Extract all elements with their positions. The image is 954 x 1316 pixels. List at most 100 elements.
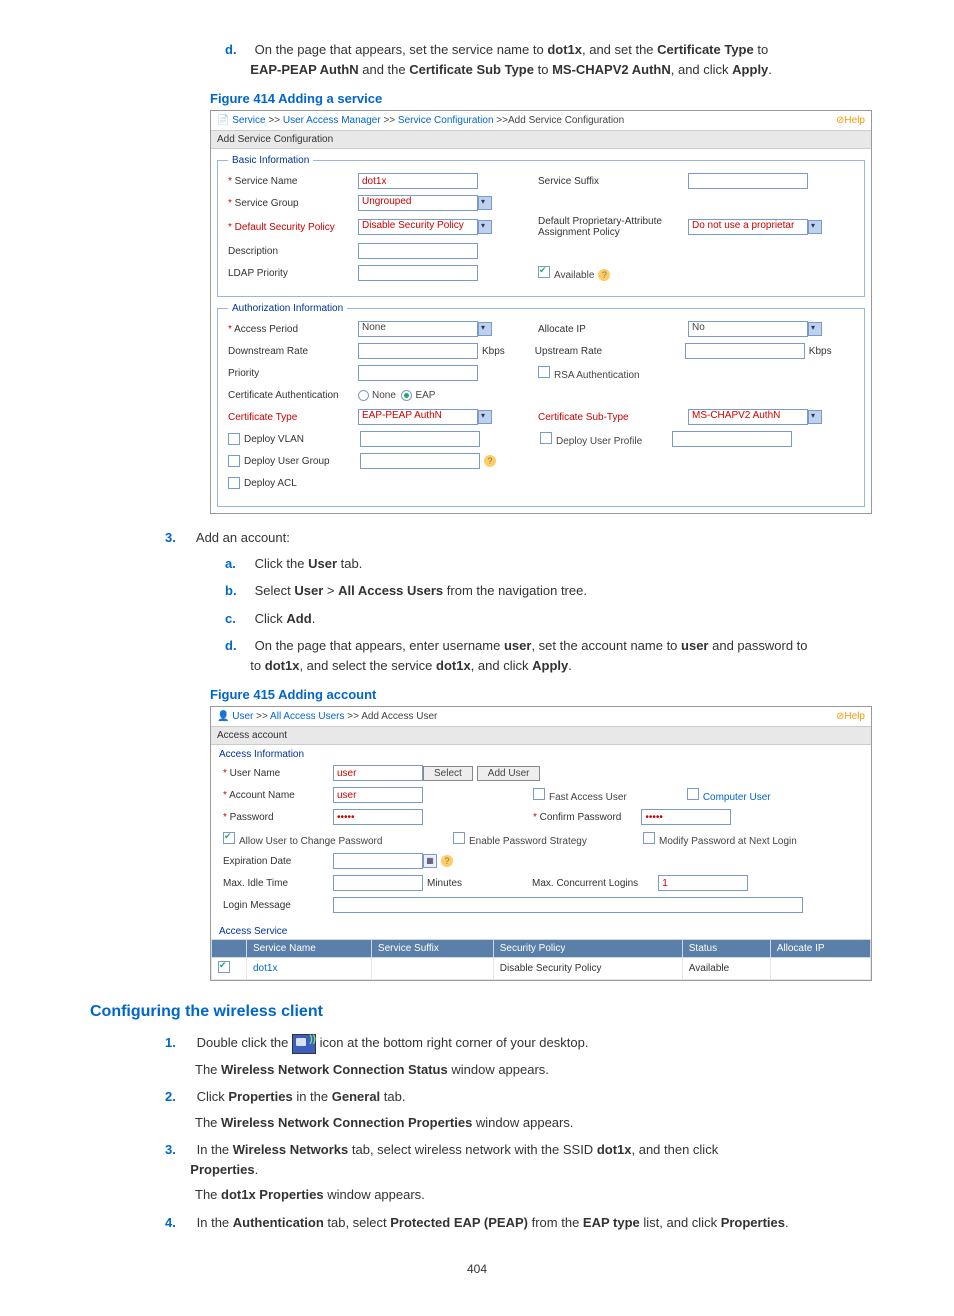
deploy-up-checkbox[interactable] [540,432,552,444]
def-sec-select[interactable]: Disable Security Policy [358,219,478,235]
concurrent-input[interactable] [658,875,748,891]
dropdown-icon[interactable] [808,220,822,234]
th-alloc: Allocate IP [770,940,870,958]
th-suffix: Service Suffix [371,940,493,958]
access-period-select[interactable]: None [358,321,478,337]
breadcrumb: 👤 User >> All Access Users >> Add Access… [211,707,871,727]
basic-info-fieldset: Basic Information Service Name Service S… [217,155,865,297]
fast-checkbox[interactable] [533,788,545,800]
wstep-4: 4. In the Authentication tab, select Pro… [165,1213,864,1233]
deploy-acl-label: Deploy ACL [244,478,360,489]
account-input[interactable] [333,787,423,803]
step-d: d. On the page that appears, set the ser… [225,40,864,79]
th-name: Service Name [247,940,372,958]
allow-checkbox[interactable] [223,832,235,844]
deploy-acl-checkbox[interactable] [228,477,240,489]
cpw-label: Confirm Password [533,812,621,823]
text: On the page that appears, set the servic… [255,42,548,57]
allocate-ip-select[interactable]: No [688,321,808,337]
wstep-3-result: The dot1x Properties window appears. [195,1185,864,1205]
cert-type-select[interactable]: EAP-PEAP AuthN [358,409,478,425]
th-policy: Security Policy [493,940,682,958]
bc-svcconf[interactable]: Service Configuration [398,115,494,126]
bc-user[interactable]: User [232,711,253,722]
priority-input[interactable] [358,365,478,381]
cell-name[interactable]: dot1x [247,958,372,980]
username-input[interactable] [333,765,423,781]
bc-current: Add Access User [361,711,437,722]
service-name-input[interactable] [358,173,478,189]
dropdown-icon[interactable] [478,410,492,424]
help-icon[interactable]: ? [598,269,610,281]
bc-service[interactable]: Service [232,115,265,126]
computer-checkbox[interactable] [687,788,699,800]
service-group-label: Service Group [228,198,358,209]
wstep-3: 3. In the Wireless Networks tab, select … [165,1140,864,1179]
dropdown-icon[interactable] [478,220,492,234]
dropdown-icon[interactable] [808,322,822,336]
modify-checkbox[interactable] [643,832,655,844]
available-checkbox[interactable] [538,266,550,278]
deploy-vlan-input[interactable] [360,431,480,447]
downstream-label: Downstream Rate [228,346,358,357]
help-link[interactable]: ⊘Help [836,711,865,722]
wstep-2-result: The Wireless Network Connection Properti… [195,1113,864,1133]
dropdown-icon[interactable] [478,196,492,210]
help-icon[interactable]: ? [441,855,453,867]
idle-input[interactable] [333,875,423,891]
service-table: Service Name Service Suffix Security Pol… [211,939,871,980]
deploy-ug-label: Deploy User Group [244,456,360,467]
cpw-input[interactable] [641,809,731,825]
service-suffix-input[interactable] [688,173,808,189]
downstream-input[interactable] [358,343,478,359]
deploy-ug-checkbox[interactable] [228,455,240,467]
enable-checkbox[interactable] [453,832,465,844]
figure-415-title: Figure 415 Adding account [210,687,864,702]
account-label: Account Name [223,790,333,801]
login-msg-label: Login Message [223,900,333,911]
desc-input[interactable] [358,243,478,259]
deploy-vlan-checkbox[interactable] [228,433,240,445]
figure-415-screenshot: 👤 User >> All Access Users >> Add Access… [210,706,872,981]
deploy-up-label: Deploy User Profile [556,436,642,447]
wstep-2: 2. Click Properties in the General tab. [165,1087,864,1107]
service-name-label: Service Name [228,176,358,187]
service-group-select[interactable]: Ungrouped [358,195,478,211]
cert-sub-select[interactable]: MS-CHAPV2 AuthN [688,409,808,425]
deploy-up-input[interactable] [672,431,792,447]
rsa-checkbox[interactable] [538,366,550,378]
step-3c: c. Click Add. [225,609,864,629]
breadcrumb: 📄 Service >> User Access Manager >> Serv… [211,111,871,131]
upstream-input[interactable] [685,343,805,359]
section-heading: Configuring the wireless client [90,1003,864,1021]
dropdown-icon[interactable] [478,322,492,336]
upstream-label: Upstream Rate [535,346,685,357]
select-button[interactable]: Select [423,766,473,781]
none-radio[interactable] [358,390,369,401]
row-checkbox[interactable] [218,961,230,973]
cert-type-label: Certificate Type [228,412,358,423]
ldap-input[interactable] [358,265,478,281]
step-3a: a. Click the User tab. [225,554,864,574]
page-number: 404 [90,1262,864,1276]
add-user-button[interactable]: Add User [477,766,541,781]
eap-radio[interactable] [401,390,412,401]
service-suffix-label: Service Suffix [538,176,688,187]
dpa-select[interactable]: Do not use a proprietar [688,219,808,235]
marker-d: d. [225,40,251,60]
help-link[interactable]: ⊘Help [836,115,865,126]
deploy-ug-input[interactable] [360,453,480,469]
exp-input[interactable] [333,853,423,869]
priority-label: Priority [228,368,358,379]
cell-policy: Disable Security Policy [493,958,682,980]
dropdown-icon[interactable] [808,410,822,424]
bc-uam[interactable]: User Access Manager [283,115,381,126]
login-msg-input[interactable] [333,897,803,913]
step-3b: b. Select User > All Access Users from t… [225,581,864,601]
pw-input[interactable] [333,809,423,825]
bc-all-users[interactable]: All Access Users [270,711,344,722]
table-row: dot1x Disable Security Policy Available [212,958,871,980]
help-icon[interactable]: ? [484,455,496,467]
calendar-icon[interactable]: ▦ [423,854,437,868]
step-3d: d. On the page that appears, enter usern… [225,636,864,675]
